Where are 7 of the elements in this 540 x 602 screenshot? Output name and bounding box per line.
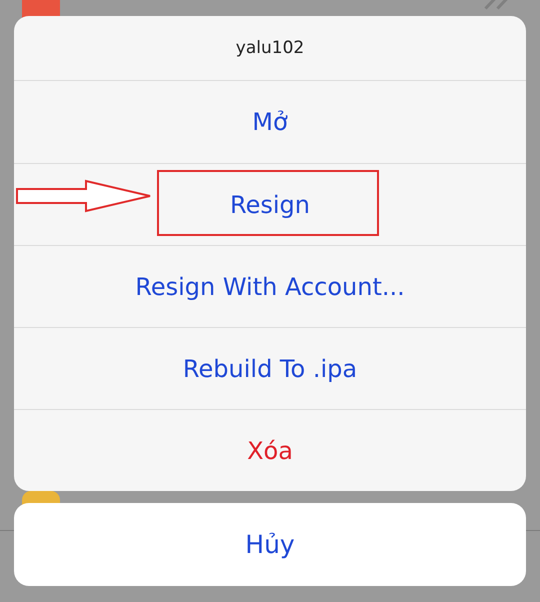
action-button[interactable]: Xóa xyxy=(14,409,526,491)
action-button[interactable]: Mở xyxy=(14,81,526,163)
action-button[interactable]: Resign xyxy=(14,163,526,245)
action-button[interactable]: Rebuild To .ipa xyxy=(14,327,526,409)
sheet-title: yalu102 xyxy=(14,16,526,81)
cancel-button[interactable]: Hủy xyxy=(14,503,526,586)
action-button[interactable]: Resign With Account... xyxy=(14,245,526,327)
